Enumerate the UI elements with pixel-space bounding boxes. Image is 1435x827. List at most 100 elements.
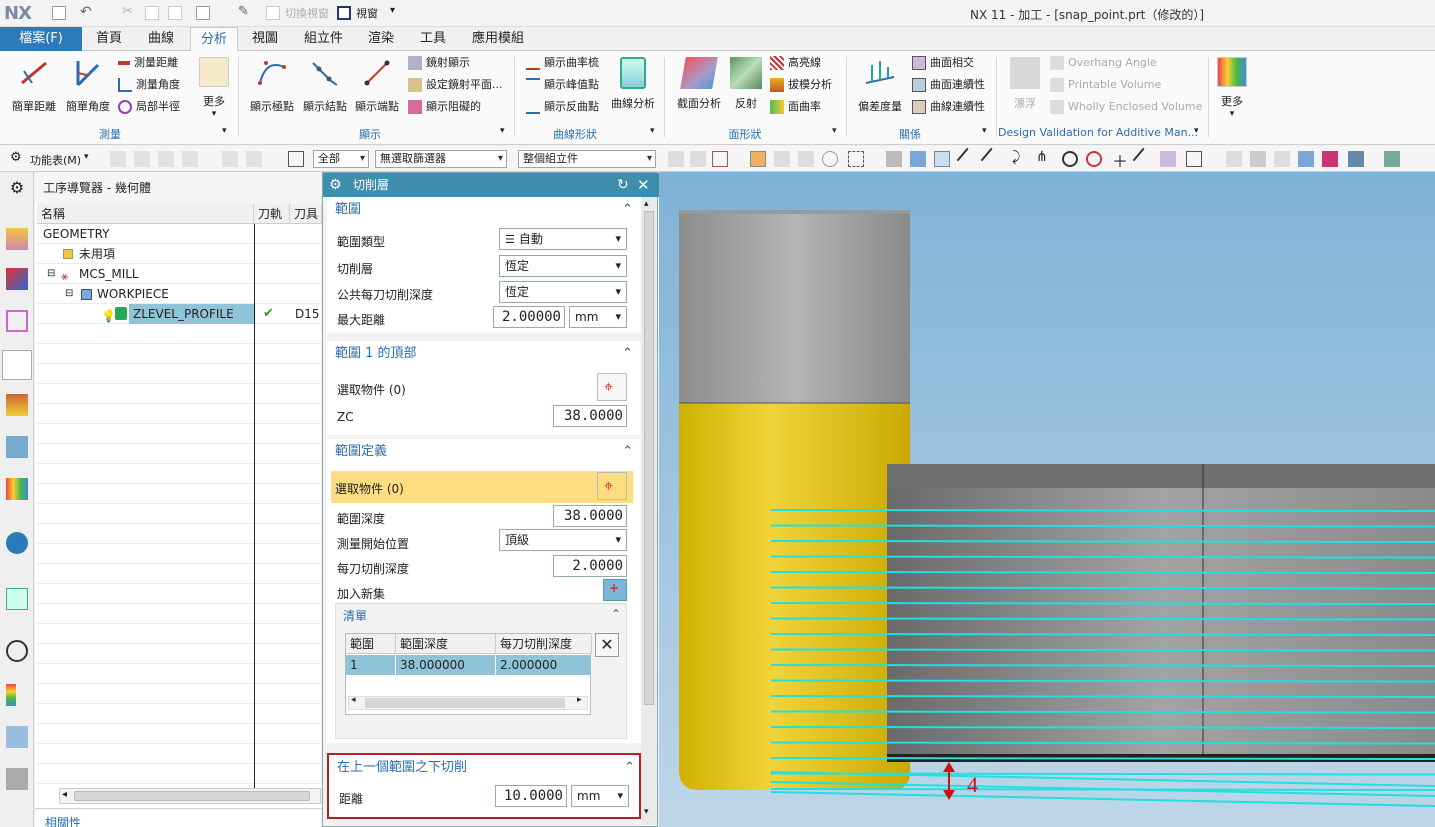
window-menu-button[interactable]: 視窗 [356, 5, 378, 21]
view-icon[interactable] [222, 151, 238, 167]
select-object-button[interactable]: ⌖ [597, 373, 627, 401]
dialog-gear-icon[interactable]: ⚙ [329, 173, 342, 197]
cube-icon[interactable] [1322, 151, 1338, 167]
section-analysis-button[interactable]: 截面分析 [672, 55, 726, 111]
cut-below-header[interactable]: 在上一個範圍之下切削 ⌃ [329, 755, 643, 781]
range-depth-input[interactable]: 38.0000 [553, 505, 627, 527]
group-expand-icon[interactable]: ▾ [1194, 126, 1199, 136]
measure-distance-button[interactable]: 測量距離 [118, 53, 178, 73]
polygon-select-icon[interactable] [822, 151, 838, 167]
menu-chevron-icon[interactable]: ▾ [84, 152, 89, 162]
save-icon[interactable] [52, 6, 66, 20]
line-snap-icon[interactable] [956, 147, 980, 171]
reuse-library-icon[interactable] [6, 478, 28, 500]
cube-icon[interactable] [1250, 151, 1266, 167]
curve-analysis-button[interactable]: 曲線分析 [606, 55, 660, 111]
view-icon[interactable] [246, 151, 262, 167]
type-filter-select[interactable]: 全部 [313, 150, 369, 168]
tree-row-unused[interactable]: 未用項 [37, 244, 321, 264]
window-icon[interactable] [337, 6, 351, 20]
existing-point-icon[interactable]: ＋ [1112, 148, 1128, 172]
list-row-per-cut[interactable]: 2.000000 [496, 655, 592, 675]
box-select-icon[interactable] [848, 151, 864, 167]
quadrant-point-icon[interactable] [1086, 151, 1102, 167]
scroll-up-icon[interactable]: ▴ [644, 199, 649, 209]
relations-panel-title[interactable]: 相關性 [45, 814, 81, 827]
selection-icon[interactable] [690, 151, 706, 167]
arc-center-icon[interactable] [1062, 151, 1078, 167]
distance-unit-select[interactable]: mm [571, 785, 629, 807]
selection-icon[interactable] [798, 151, 814, 167]
measure-from-select[interactable]: 頂級 [499, 529, 627, 551]
snap-icon[interactable] [182, 151, 198, 167]
collapse-caret-icon[interactable]: ⌃ [622, 341, 633, 367]
constraint-navigator-icon[interactable] [6, 268, 28, 290]
range-definition-header[interactable]: 範圍定義 ⌃ [327, 439, 641, 465]
float-button[interactable]: 漂浮 [1004, 55, 1046, 111]
selection-icon[interactable] [774, 151, 790, 167]
snap-icon[interactable] [134, 151, 150, 167]
show-peaks-button[interactable]: 顯示峰值點 [526, 75, 599, 95]
cube-icon[interactable] [1226, 151, 1242, 167]
select-object-button[interactable]: ⌖ [597, 472, 627, 500]
tree-row-geometry[interactable]: GEOMETRY [37, 224, 321, 244]
wholly-enclosed-volume-button[interactable]: Wholly Enclosed Volume [1050, 97, 1202, 117]
tab-home[interactable]: 首頁 [86, 27, 132, 51]
collapse-caret-icon[interactable]: ⌃ [622, 439, 633, 465]
overhang-angle-button[interactable]: Overhang Angle [1050, 53, 1157, 73]
assembly-scope-select[interactable]: 整個組立件 [518, 150, 656, 168]
range-section-header[interactable]: 範圍 ⌃ [327, 197, 641, 223]
zc-input[interactable]: 38.0000 [553, 405, 627, 427]
tree-row-workpiece[interactable]: ⊟ WORKPIECE [37, 284, 321, 304]
show-knots-button[interactable]: 顯示結點 [300, 55, 350, 114]
cut-icon[interactable]: ✂ [122, 4, 133, 19]
copy-icon[interactable] [145, 6, 159, 20]
group-expand-icon[interactable]: ▾ [222, 126, 227, 136]
reflection-button[interactable]: 反射 [728, 55, 764, 111]
paste-icon[interactable] [168, 6, 182, 20]
touch-mode-icon[interactable] [196, 6, 210, 20]
collapse-caret-icon[interactable]: ⌃ [622, 197, 633, 223]
tab-curve[interactable]: 曲線 [138, 27, 184, 51]
scroll-down-icon[interactable]: ▾ [644, 807, 649, 817]
local-radius-button[interactable]: 局部半徑 [118, 97, 180, 117]
measure-angle-button[interactable]: 測量角度 [118, 75, 180, 95]
range-type-select[interactable]: ☰ 自動 [499, 228, 627, 250]
printable-volume-button[interactable]: Printable Volume [1050, 75, 1161, 95]
show-inflections-button[interactable]: 顯示反曲點 [526, 97, 599, 117]
filter-icon[interactable] [288, 151, 304, 167]
cube-icon[interactable] [1298, 151, 1314, 167]
curve-snap-icon[interactable]: ⤸ [1012, 149, 1020, 165]
column-tool[interactable]: 刀具 [290, 204, 322, 224]
scroll-left-icon[interactable]: ◂ [62, 789, 67, 800]
highlight-lines-button[interactable]: 高亮線 [770, 53, 821, 73]
show-ends-button[interactable]: 顯示端點 [352, 55, 402, 114]
tab-view[interactable]: 視圖 [242, 27, 288, 51]
snap-center-icon[interactable] [934, 151, 950, 167]
cube-icon[interactable] [1348, 151, 1364, 167]
machining-feature-navigator-icon[interactable] [6, 436, 28, 458]
customize-chevron-icon[interactable]: ▾ [390, 5, 395, 16]
common-depth-select[interactable]: 恆定 [499, 281, 627, 303]
menu-gear-icon[interactable]: ⚙ [10, 150, 22, 165]
scroll-right-icon[interactable]: ▸ [577, 695, 582, 705]
list-row-range[interactable]: 1 [346, 655, 396, 675]
simple-distance-button[interactable]: 簡單距離 [8, 55, 60, 114]
point-on-face-icon[interactable] [1160, 151, 1176, 167]
add-new-set-button[interactable]: + [603, 579, 627, 601]
cube-icon[interactable] [886, 151, 902, 167]
roles-icon[interactable] [6, 768, 28, 790]
max-distance-input[interactable]: 2.00000 [493, 306, 565, 328]
mirror-display-button[interactable]: 鏡射顯示 [408, 53, 470, 73]
show-obstruction-button[interactable]: 顯示阻礙的 [408, 97, 481, 117]
undo-icon[interactable]: ↶ [80, 4, 92, 20]
max-distance-unit-select[interactable]: mm [569, 306, 627, 328]
scrollbar-thumb[interactable] [644, 211, 654, 705]
bounded-grid-icon[interactable] [1186, 151, 1202, 167]
cube-icon[interactable] [1274, 151, 1290, 167]
cut-levels-select[interactable]: 恆定 [499, 255, 627, 277]
tab-file[interactable]: 檔案(F) [0, 27, 82, 51]
select-point-icon[interactable] [712, 151, 728, 167]
simple-angle-button[interactable]: 簡單角度 [62, 55, 114, 114]
face-curvature-button[interactable]: 面曲率 [770, 97, 821, 117]
